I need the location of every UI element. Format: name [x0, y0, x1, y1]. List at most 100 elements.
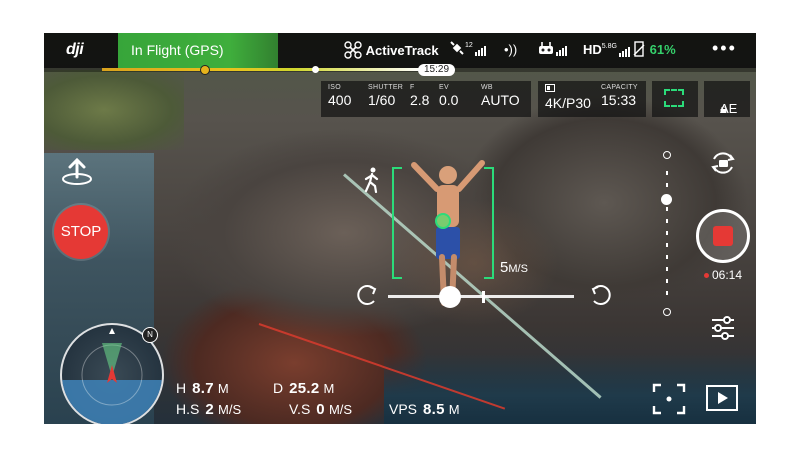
dashed-frame-icon	[664, 89, 684, 107]
h-value: 8.7	[192, 380, 214, 397]
vertical-speed-readout: V.S 0 M/S	[289, 401, 352, 419]
gimbal-pitch-scale[interactable]	[664, 151, 670, 321]
record-button[interactable]	[696, 209, 750, 263]
flight-time-bar: 15:29	[44, 64, 756, 76]
vs-label: V.S	[289, 401, 311, 417]
stop-button[interactable]: STOP	[54, 205, 108, 259]
capacity-label: CAPACITY	[601, 84, 638, 91]
h-unit: M	[217, 381, 229, 396]
north-indicator: N	[142, 327, 158, 343]
aperture-setting: F 2.8	[410, 84, 429, 108]
track-frame-left	[392, 167, 402, 279]
ev-setting: EV 0.0	[439, 84, 458, 108]
camera-live-view: dji In Flight (GPS) ActiveTrack 12 •)) H…	[44, 33, 756, 424]
orbit-slider-track[interactable]	[388, 295, 574, 298]
walking-person-icon	[364, 167, 379, 193]
iso-value: 400	[328, 92, 352, 108]
resolution-value: 4K/P30	[545, 95, 591, 111]
resolution-setting: 4K/P30	[545, 84, 591, 111]
capacity-setting: CAPACITY 15:33	[601, 84, 638, 108]
sd-card-icon	[545, 84, 591, 94]
iso-label: ISO	[328, 84, 341, 91]
camera-settings-sliders-icon[interactable]	[710, 315, 736, 341]
vps-unit: M	[448, 402, 460, 417]
radar-wave-icon: •))	[504, 42, 518, 57]
obstacle-sensing[interactable]: •))	[504, 42, 517, 57]
hd-signal-bars-icon	[618, 42, 631, 57]
satellite-icon	[450, 41, 464, 55]
height-readout: H 8.7 M	[176, 380, 229, 398]
h-label: H	[176, 380, 187, 396]
recording-settings-panel[interactable]: 4K/P30 CAPACITY 15:33	[538, 81, 646, 117]
tracking-speed: 5M/S	[500, 259, 528, 276]
record-stop-icon	[713, 226, 733, 246]
battery-percent: 61%	[649, 42, 676, 57]
gimbal-scale-top	[663, 151, 671, 159]
subject-figure	[411, 160, 485, 306]
tracking-target-dot[interactable]	[435, 213, 451, 229]
gps-status[interactable]: 12	[449, 40, 487, 56]
flight-status-indicator[interactable]: In Flight (GPS)	[118, 33, 278, 68]
frame-select-button[interactable]	[652, 81, 698, 117]
focus-metering-icon[interactable]	[652, 383, 686, 415]
distance-readout: D 25.2 M	[273, 380, 334, 398]
recording-dot-icon	[704, 273, 709, 279]
ae-label: AE	[720, 101, 738, 116]
camera-mode-switch-icon[interactable]	[708, 149, 738, 177]
capacity-value: 15:33	[601, 92, 637, 108]
mode-label: ActiveTrack	[365, 43, 439, 58]
ae-lock-button[interactable]: 🔒︎ AE	[704, 81, 750, 117]
camera-settings-panel[interactable]: ISO 400 SHUTTER 1/60 F 2.8 EV 0.0 WB AUTO	[321, 81, 531, 117]
d-unit: M	[323, 381, 335, 396]
d-value: 25.2	[289, 380, 320, 397]
gimbal-scale-bottom	[663, 308, 671, 316]
vs-value: 0	[316, 401, 325, 418]
shutter-label: SHUTTER	[368, 84, 404, 91]
hs-label: H.S	[176, 401, 200, 417]
hd-band: 5.8G	[601, 43, 617, 50]
wb-label: WB	[481, 84, 493, 91]
activetrack-mode[interactable]: ActiveTrack	[344, 41, 439, 59]
shutter-value: 1/60	[368, 92, 396, 108]
f-label: F	[410, 84, 415, 91]
f-value: 2.8	[410, 92, 430, 108]
more-menu-button[interactable]: •••	[712, 38, 737, 59]
orbit-slider-knob[interactable]	[439, 286, 461, 308]
rotate-left-icon[interactable]	[356, 283, 380, 307]
dji-logo: dji	[66, 41, 84, 58]
recording-timer: 06:14	[704, 268, 742, 282]
grass-area	[44, 70, 184, 150]
d-label: D	[273, 380, 284, 396]
flight-time-fill	[102, 68, 422, 71]
playback-icon[interactable]	[706, 385, 738, 411]
vps-readout: VPS 8.5 M	[389, 401, 460, 419]
ev-label: EV	[439, 84, 449, 91]
iso-setting: ISO 400	[328, 84, 351, 108]
rotate-right-icon[interactable]	[588, 283, 612, 307]
remote-controller-icon	[539, 42, 553, 54]
hd-video-signal[interactable]: HD5.8G	[583, 42, 631, 57]
shutter-setting: SHUTTER 1/60	[368, 84, 403, 108]
wb-value: AUTO	[481, 92, 520, 108]
remaining-time: 15:29	[418, 64, 456, 76]
track-frame-right	[484, 167, 494, 279]
vps-value: 8.5	[423, 401, 445, 418]
gimbal-pitch-indicator[interactable]	[661, 194, 672, 205]
gps-count: 12	[465, 42, 473, 49]
top-status-bar: dji In Flight (GPS) ActiveTrack 12 •)) H…	[44, 33, 756, 68]
hs-value: 2	[205, 401, 214, 418]
vs-unit: M/S	[328, 402, 353, 417]
home-marker-icon	[200, 65, 210, 75]
flight-status-label: In Flight (GPS)	[131, 42, 224, 58]
orbit-slider-center-tick	[482, 291, 485, 303]
battery-status[interactable]: 61%	[632, 41, 676, 57]
drone-icon	[344, 41, 362, 59]
hs-unit: M/S	[218, 402, 242, 417]
battery-icon	[633, 41, 645, 57]
vps-label: VPS	[389, 401, 418, 417]
timeline-dot	[312, 66, 319, 73]
ev-value: 0.0	[439, 92, 459, 108]
return-home-icon[interactable]	[60, 155, 94, 187]
gps-signal-bars-icon	[474, 41, 487, 56]
rc-signal[interactable]	[538, 41, 568, 56]
